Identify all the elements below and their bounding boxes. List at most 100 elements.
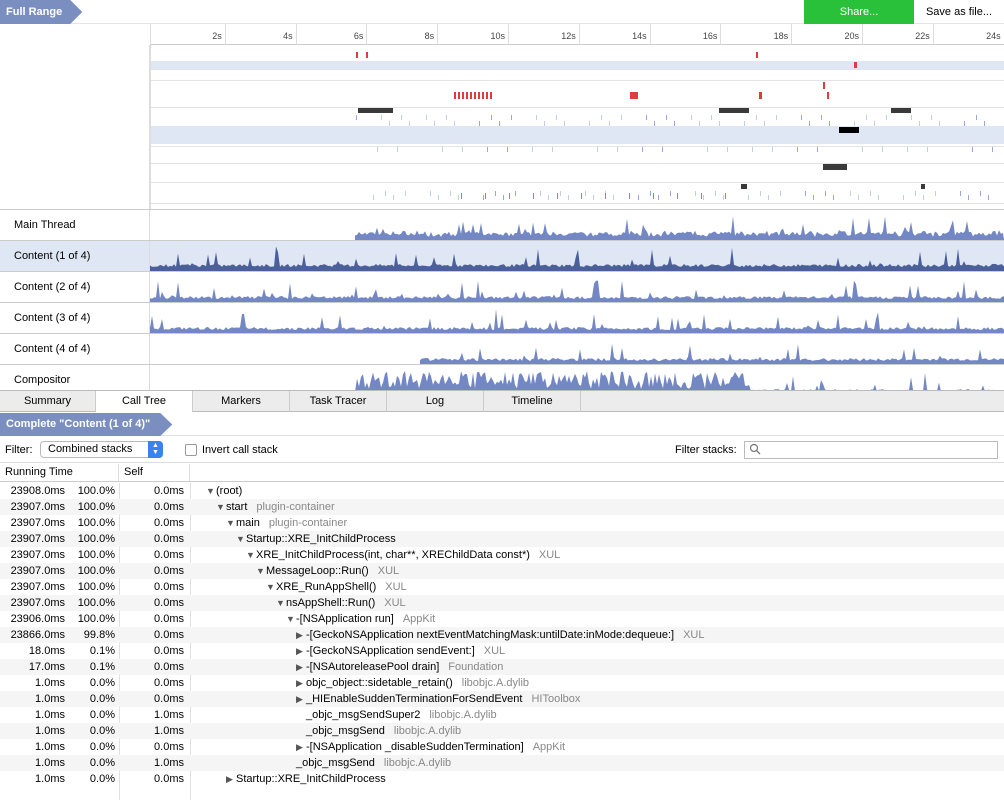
self-time-value: 0.0ms [154, 773, 184, 785]
collapsed-triangle-icon[interactable]: ▶ [296, 627, 306, 643]
call-tree-row[interactable]: 1.0ms 0.0% 1.0ms _objc_msgSend libobjc.A.dyl… [0, 723, 1004, 739]
expanded-triangle-icon[interactable]: ▼ [266, 579, 276, 595]
thread-activity-graph[interactable] [150, 210, 1004, 240]
marker-tick [646, 115, 647, 120]
call-tree-row[interactable]: 23907.0ms 100.0% 0.0ms ▼Startup::XRE_InitCh… [0, 531, 1004, 547]
tab-markers[interactable]: Markers [193, 391, 290, 412]
expanded-triangle-icon[interactable]: ▼ [246, 547, 256, 563]
call-tree-row[interactable]: 23908.0ms 100.0% 0.0ms ▼(root) [0, 483, 1004, 499]
function-name: XRE_InitChildProcess(int, char**, XREChi… [256, 549, 530, 561]
collapsed-triangle-icon[interactable]: ▶ [296, 691, 306, 707]
collapsed-triangle-icon[interactable]: ▶ [296, 675, 306, 691]
running-percent-value: 100.0% [77, 581, 115, 593]
running-time-header[interactable]: Running Time [0, 464, 119, 481]
tab-summary[interactable]: Summary [0, 391, 96, 412]
call-tree-row[interactable]: 23866.0ms 99.8% 0.0ms ▶ -[GeckoNSApplication… [0, 627, 1004, 643]
thread-row[interactable]: Content (1 of 4) [0, 240, 1004, 271]
track-band [151, 126, 1004, 144]
marker [462, 92, 464, 99]
expanded-triangle-icon[interactable]: ▼ [256, 563, 266, 579]
self-time-header[interactable]: Self [119, 464, 190, 481]
call-tree-row[interactable]: 1.0ms 0.0% 1.0ms _objc_msgSend libobjc.A.dyl… [0, 755, 1004, 771]
call-tree-row[interactable]: 23906.0ms 100.0% 0.0ms ▼-[NSApplication run… [0, 611, 1004, 627]
marker-tick [907, 147, 908, 152]
invert-call-stack-checkbox[interactable] [185, 444, 197, 456]
save-as-file-button[interactable]: Save as file... [914, 0, 1004, 24]
marker-tick [552, 147, 553, 152]
collapsed-triangle-icon[interactable]: ▶ [226, 771, 236, 787]
call-tree-row[interactable]: 23907.0ms 100.0% 0.0ms ▼MessageLoop::Run() X… [0, 563, 1004, 579]
time-ruler[interactable]: 2s 4s 6s 8s 10s 12s 14s 16s 18s 20s 22s 24s [150, 24, 1004, 45]
ruler-tick-line [366, 24, 368, 45]
ruler-tick-line [862, 24, 863, 45]
collapsed-triangle-icon[interactable]: ▶ [296, 643, 306, 659]
self-time-value: 0.0ms [154, 661, 184, 673]
thread-activity-graph[interactable] [150, 241, 1004, 271]
expanded-triangle-icon[interactable]: ▼ [226, 515, 236, 531]
running-time-value: 23907.0ms [10, 533, 65, 545]
marker-tracks[interactable] [150, 45, 1004, 209]
call-tree-row[interactable]: 23907.0ms 100.0% 0.0ms ▼start plugin-contain… [0, 499, 1004, 515]
marker-tick [442, 147, 443, 152]
running-time-value: 23908.0ms [10, 485, 65, 497]
call-tree-row[interactable]: 23907.0ms 100.0% 0.0ms ▼nsAppShell::Run() XU… [0, 595, 1004, 611]
thread-row[interactable]: Main Thread [0, 209, 1004, 240]
function-cell: ▶ -[GeckoNSApplication nextEventMatchingM… [296, 627, 705, 643]
marker [921, 184, 925, 189]
tab-log[interactable]: Log [387, 391, 484, 412]
tab-call-tree[interactable]: Call Tree [96, 391, 193, 412]
marker-tick [748, 195, 749, 200]
call-tree-row[interactable]: 1.0ms 0.0% 0.0ms ▶ objc_object::sidetable_re… [0, 675, 1004, 691]
call-tree-row[interactable]: 1.0ms 0.0% 1.0ms _objc_msgSendSuper2 libobjc… [0, 707, 1004, 723]
self-time-value: 0.0ms [154, 677, 184, 689]
marker-tick [495, 191, 496, 196]
marker-tick [878, 195, 879, 200]
expanded-triangle-icon[interactable]: ▼ [236, 531, 246, 547]
thread-activity-graph[interactable] [150, 303, 1004, 333]
self-time-value: 0.0ms [154, 549, 184, 561]
expanded-triangle-icon[interactable]: ▼ [216, 499, 226, 515]
track-divider [151, 107, 1004, 108]
call-tree-row[interactable]: 23907.0ms 100.0% 0.0ms ▼XRE_InitChildProces… [0, 547, 1004, 563]
marker-tick [556, 115, 557, 120]
thread-activity-graph[interactable] [150, 334, 1004, 364]
collapsed-triangle-icon[interactable]: ▶ [296, 659, 306, 675]
track-label-panel [0, 45, 150, 209]
call-tree-row[interactable]: 23907.0ms 100.0% 0.0ms ▼main plugin-containe… [0, 515, 1004, 531]
call-tree-row[interactable]: 1.0ms 0.0% 0.0ms ▶ -[NSApplication _disableS… [0, 739, 1004, 755]
marker-tick [499, 121, 500, 126]
marker [454, 92, 456, 99]
call-tree-row[interactable]: 1.0ms 0.0% 0.0ms ▶ Startup::XRE_InitChildPro… [0, 771, 1004, 787]
tab-timeline[interactable]: Timeline [484, 391, 581, 412]
running-percent-value: 0.1% [89, 661, 115, 673]
collapsed-triangle-icon[interactable]: ▶ [296, 739, 306, 755]
running-time-value: 23907.0ms [10, 597, 65, 609]
expanded-triangle-icon[interactable]: ▼ [276, 595, 286, 611]
share-button[interactable]: Share... [804, 0, 914, 24]
thread-row[interactable]: Content (4 of 4) [0, 333, 1004, 364]
function-name: -[GeckoNSApplication sendEvent:] [306, 645, 475, 657]
running-percent-value: 100.0% [77, 597, 115, 609]
call-tree-row[interactable]: 18.0ms 0.1% 0.0ms ▶ -[GeckoNSApplication sen… [0, 643, 1004, 659]
filter-stacks-input[interactable] [744, 441, 998, 459]
stack-filter-select[interactable]: Combined stacks ▲ ▼ [40, 441, 163, 458]
marker-tick [972, 147, 973, 152]
marker-tick [454, 121, 455, 126]
selection-bar: Complete "Content (1 of 4)" [0, 413, 1004, 436]
call-tree-row[interactable]: 23907.0ms 100.0% 0.0ms ▼XRE_RunAppShell() XU… [0, 579, 1004, 595]
selection-breadcrumb[interactable]: Complete "Content (1 of 4)" [0, 413, 172, 436]
expanded-triangle-icon[interactable]: ▼ [286, 611, 296, 627]
expanded-triangle-icon[interactable]: ▼ [206, 483, 216, 499]
thread-activity-graph[interactable] [150, 272, 1004, 302]
running-time-value: 1.0ms [35, 773, 65, 785]
call-tree-row[interactable]: 17.0ms 0.1% 0.0ms ▶ -[NSAutoreleasePool drai… [0, 659, 1004, 675]
tab-task-tracer[interactable]: Task Tracer [290, 391, 387, 412]
library-name: XUL [385, 581, 407, 593]
thread-row[interactable]: Content (3 of 4) [0, 302, 1004, 333]
function-name: nsAppShell::Run() [286, 597, 376, 609]
function-name: (root) [216, 485, 243, 497]
range-breadcrumb[interactable]: Full Range [0, 0, 82, 24]
call-tree-row[interactable]: 1.0ms 0.0% 0.0ms ▶ _HIEnableSuddenTerminatio… [0, 691, 1004, 707]
marker-tick [805, 191, 806, 196]
thread-row[interactable]: Content (2 of 4) [0, 271, 1004, 302]
